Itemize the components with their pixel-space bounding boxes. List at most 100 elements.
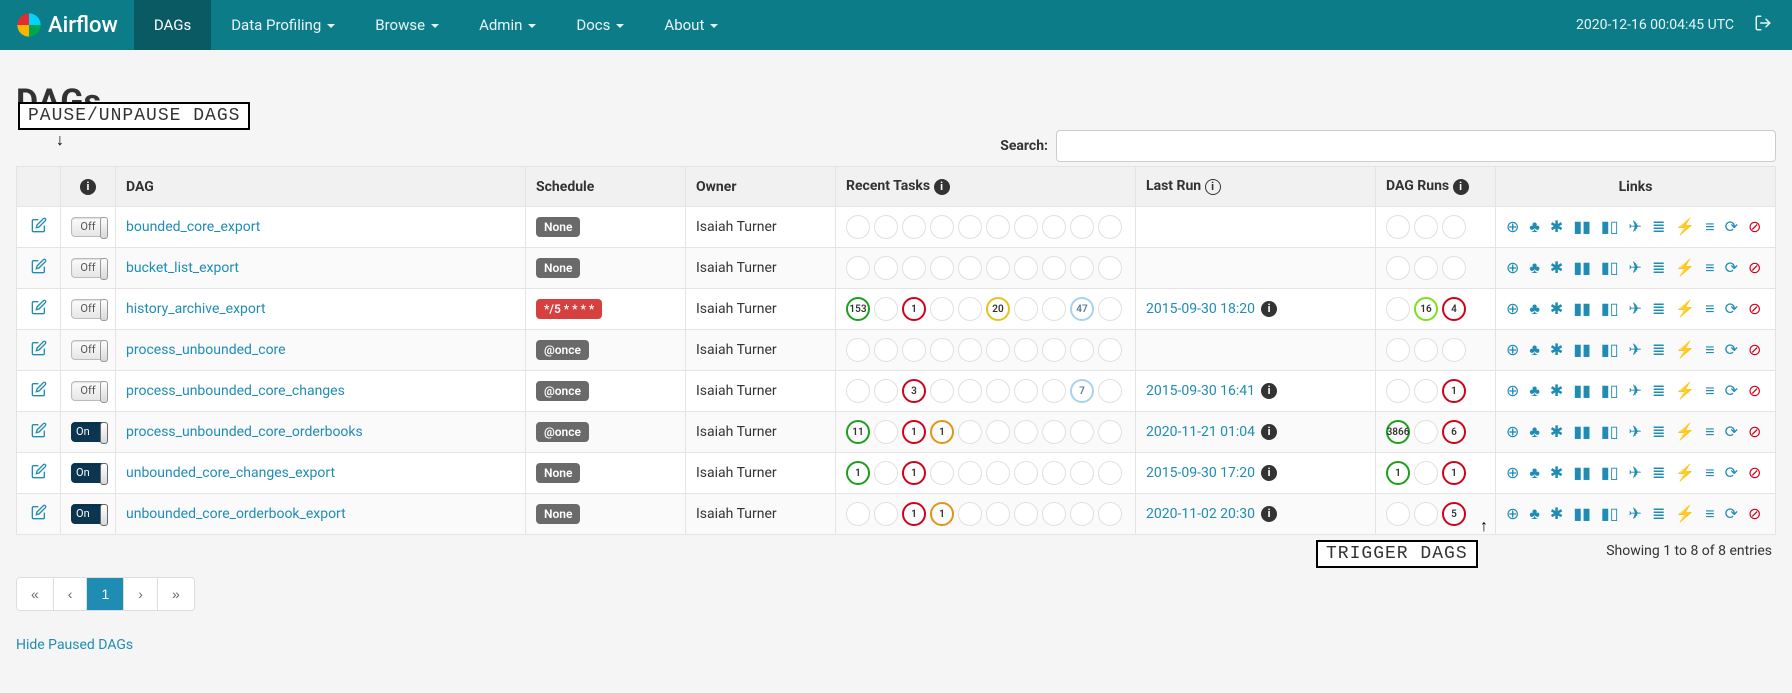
graph-view-icon[interactable]: ✱	[1550, 506, 1563, 522]
landing-times-icon[interactable]: ✈	[1629, 506, 1642, 522]
last-run-link[interactable]: 2020-11-21 01:04i	[1146, 424, 1277, 440]
status-circle[interactable]	[930, 338, 954, 362]
gantt-icon[interactable]: ≣	[1652, 383, 1665, 399]
status-circle[interactable]	[1098, 420, 1122, 444]
task-tries-icon[interactable]: ▮▯	[1601, 465, 1619, 481]
status-circle[interactable]	[1070, 420, 1094, 444]
task-tries-icon[interactable]: ▮▯	[1601, 342, 1619, 358]
logs-icon[interactable]: ≡	[1705, 301, 1714, 317]
gantt-icon[interactable]: ≣	[1652, 506, 1665, 522]
tree-view-icon[interactable]: ♣	[1529, 465, 1540, 481]
task-tries-icon[interactable]: ▮▯	[1601, 424, 1619, 440]
schedule-badge[interactable]: None	[536, 504, 580, 524]
edit-dag-icon[interactable]	[31, 467, 47, 483]
status-circle[interactable]	[846, 338, 870, 362]
task-tries-icon[interactable]: ▮▯	[1601, 260, 1619, 276]
tasks-duration-icon[interactable]: ▮▮	[1573, 301, 1591, 317]
status-circle[interactable]	[1386, 379, 1410, 403]
status-circle[interactable]	[930, 297, 954, 321]
zap-icon[interactable]: ⚡	[1675, 506, 1695, 522]
tasks-duration-icon[interactable]: ▮▮	[1573, 383, 1591, 399]
status-circle[interactable]	[1014, 379, 1038, 403]
refresh-icon[interactable]: ⟳	[1725, 260, 1738, 276]
status-circle[interactable]: 1	[1442, 461, 1466, 485]
status-circle[interactable]	[1442, 338, 1466, 362]
logs-icon[interactable]: ≡	[1705, 424, 1714, 440]
status-circle[interactable]	[874, 502, 898, 526]
status-circle[interactable]	[874, 297, 898, 321]
status-circle[interactable]	[1042, 338, 1066, 362]
status-circle[interactable]: 7	[1070, 379, 1094, 403]
graph-view-icon[interactable]: ✱	[1550, 219, 1563, 235]
tree-view-icon[interactable]: ♣	[1529, 424, 1540, 440]
landing-times-icon[interactable]: ✈	[1629, 383, 1642, 399]
dag-link[interactable]: process_unbounded_core	[126, 342, 286, 358]
status-circle[interactable]	[958, 502, 982, 526]
status-circle[interactable]	[930, 215, 954, 239]
status-circle[interactable]	[1414, 215, 1438, 239]
status-circle[interactable]: 153	[846, 297, 870, 321]
schedule-badge[interactable]: None	[536, 463, 580, 483]
status-circle[interactable]	[1042, 461, 1066, 485]
landing-times-icon[interactable]: ✈	[1629, 301, 1642, 317]
tree-view-icon[interactable]: ♣	[1529, 219, 1540, 235]
status-circle[interactable]	[958, 256, 982, 280]
task-tries-icon[interactable]: ▮▯	[1601, 383, 1619, 399]
status-circle[interactable]	[930, 379, 954, 403]
trigger-dag-icon[interactable]: ⊕	[1506, 301, 1519, 317]
status-circle[interactable]	[1042, 215, 1066, 239]
status-circle[interactable]	[1070, 338, 1094, 362]
edit-dag-icon[interactable]	[31, 508, 47, 524]
edit-dag-icon[interactable]	[31, 344, 47, 360]
schedule-badge[interactable]: */5 * * * *	[536, 299, 602, 319]
tree-view-icon[interactable]: ♣	[1529, 506, 1540, 522]
schedule-badge[interactable]: None	[536, 217, 580, 237]
trigger-dag-icon[interactable]: ⊕	[1506, 260, 1519, 276]
status-circle[interactable]	[930, 461, 954, 485]
status-circle[interactable]: 3	[902, 379, 926, 403]
status-circle[interactable]	[1386, 297, 1410, 321]
tasks-duration-icon[interactable]: ▮▮	[1573, 506, 1591, 522]
status-circle[interactable]	[1098, 256, 1122, 280]
landing-times-icon[interactable]: ✈	[1629, 219, 1642, 235]
status-circle[interactable]	[846, 256, 870, 280]
status-circle[interactable]	[1386, 338, 1410, 362]
landing-times-icon[interactable]: ✈	[1629, 342, 1642, 358]
edit-dag-icon[interactable]	[31, 303, 47, 319]
graph-view-icon[interactable]: ✱	[1550, 424, 1563, 440]
pause-toggle[interactable]: Off	[71, 381, 105, 401]
status-circle[interactable]: 3866	[1386, 420, 1410, 444]
status-circle[interactable]	[1386, 502, 1410, 526]
status-circle[interactable]: 1	[902, 502, 926, 526]
status-circle[interactable]	[874, 420, 898, 444]
logs-icon[interactable]: ≡	[1705, 506, 1714, 522]
gantt-icon[interactable]: ≣	[1652, 219, 1665, 235]
delete-dag-icon[interactable]: ⊘	[1748, 219, 1761, 235]
pause-toggle[interactable]: On	[71, 504, 105, 524]
status-circle[interactable]	[958, 379, 982, 403]
logout-icon[interactable]	[1754, 14, 1772, 36]
refresh-icon[interactable]: ⟳	[1725, 424, 1738, 440]
tasks-duration-icon[interactable]: ▮▮	[1573, 219, 1591, 235]
schedule-badge[interactable]: @once	[536, 422, 589, 442]
trigger-dag-icon[interactable]: ⊕	[1506, 424, 1519, 440]
status-circle[interactable]	[1014, 297, 1038, 321]
nav-item-browse[interactable]: Browse	[355, 0, 459, 50]
nav-item-about[interactable]: About	[644, 0, 738, 50]
gantt-icon[interactable]: ≣	[1652, 260, 1665, 276]
zap-icon[interactable]: ⚡	[1675, 219, 1695, 235]
status-circle[interactable]	[986, 215, 1010, 239]
status-circle[interactable]: 11	[846, 420, 870, 444]
status-circle[interactable]	[846, 379, 870, 403]
status-circle[interactable]	[958, 338, 982, 362]
dag-link[interactable]: process_unbounded_core_changes	[126, 383, 345, 399]
pause-toggle[interactable]: Off	[71, 258, 105, 278]
gantt-icon[interactable]: ≣	[1652, 342, 1665, 358]
trigger-dag-icon[interactable]: ⊕	[1506, 506, 1519, 522]
page-first[interactable]: «	[17, 578, 54, 610]
zap-icon[interactable]: ⚡	[1675, 301, 1695, 317]
nav-item-dags[interactable]: DAGs	[134, 0, 211, 50]
status-circle[interactable]	[986, 461, 1010, 485]
status-circle[interactable]	[874, 215, 898, 239]
status-circle[interactable]: 1	[930, 420, 954, 444]
